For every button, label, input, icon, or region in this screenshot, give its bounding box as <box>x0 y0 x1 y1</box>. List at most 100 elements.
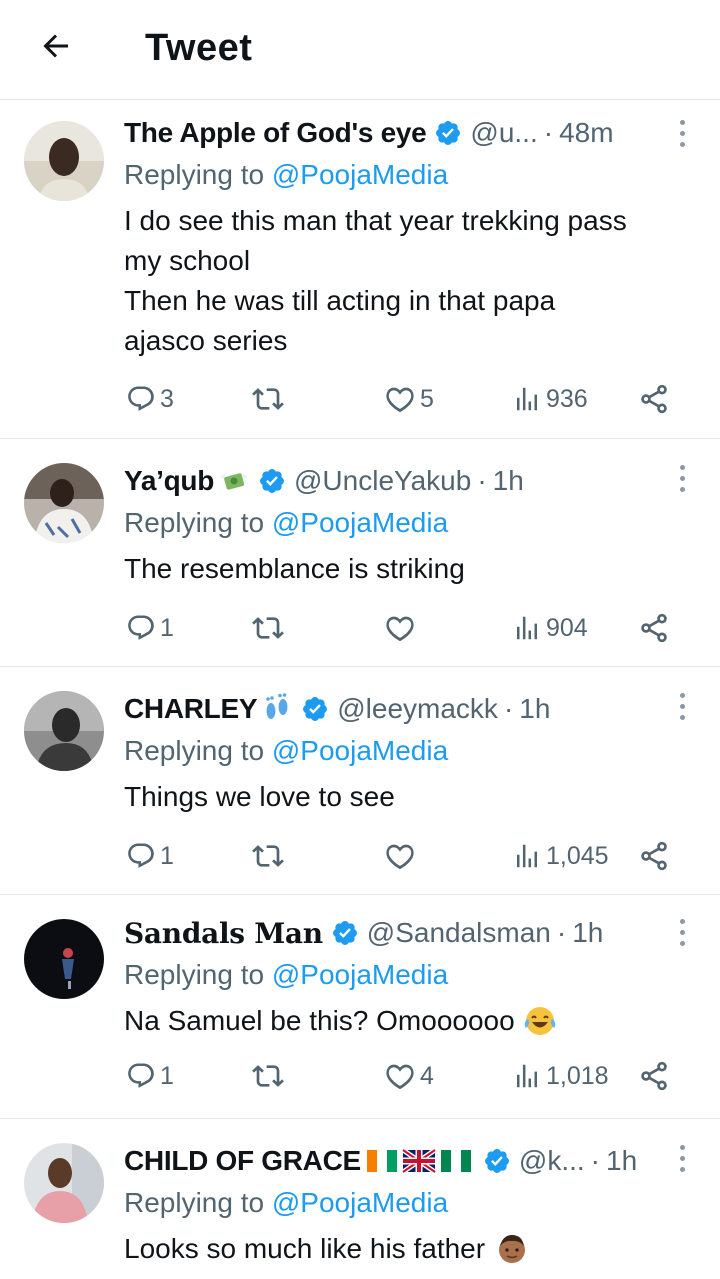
share-button[interactable] <box>638 1056 670 1096</box>
user-handle[interactable]: @UncleYakub <box>294 465 471 497</box>
views-button[interactable]: 904 <box>512 608 588 648</box>
more-options-button[interactable] <box>670 113 694 153</box>
views-count: 904 <box>546 613 588 642</box>
comment-icon <box>128 843 154 868</box>
avatar[interactable] <box>24 121 104 201</box>
avatar[interactable] <box>24 1143 104 1223</box>
separator-dot: · <box>543 117 554 148</box>
reply-button[interactable]: 1 <box>126 1056 174 1096</box>
reply-button[interactable]: 3 <box>126 379 174 419</box>
user-handle[interactable]: @leeymackk <box>337 693 498 725</box>
display-name[interactable]: Sandals Man <box>124 917 323 950</box>
replying-to: Replying to @PoojaMedia <box>124 503 448 543</box>
verified-badge-icon <box>258 467 286 495</box>
heart-icon <box>386 1064 414 1090</box>
retweet-button[interactable] <box>252 1056 284 1096</box>
views-button[interactable]: 1,018 <box>512 1056 609 1096</box>
timestamp[interactable]: 1h <box>519 693 550 725</box>
more-options-button[interactable] <box>670 686 694 726</box>
views-chart-icon <box>517 844 537 868</box>
replying-to-label: Replying to <box>124 159 265 190</box>
share-icon <box>641 1061 667 1091</box>
tweet-header: CHILD OF GRACE @k... · 1h <box>124 1141 658 1181</box>
text-line: Na Samuel be this? Omoooooo <box>124 1005 515 1036</box>
display-name[interactable]: CHARLEY <box>124 693 258 725</box>
share-button[interactable] <box>638 608 670 648</box>
more-options-button[interactable] <box>670 912 694 952</box>
mention-link[interactable]: @PoojaMedia <box>272 959 448 990</box>
separator-dot: · <box>477 465 487 496</box>
heart-icon <box>386 844 414 870</box>
back-button[interactable] <box>34 26 78 66</box>
views-count: 1,018 <box>546 1061 609 1090</box>
tweet-text: Looks so much like his father <box>124 1229 696 1269</box>
retweet-icon <box>252 1065 284 1087</box>
views-chart-icon <box>517 1064 537 1088</box>
display-name[interactable]: The Apple of God's eye <box>124 117 427 149</box>
like-button[interactable] <box>384 608 416 648</box>
tweet-reply[interactable]: The Apple of God's eye @u... · 48m Reply… <box>0 101 720 439</box>
replying-to: Replying to @PoojaMedia <box>124 155 448 195</box>
tweet-reply[interactable]: CHILD OF GRACE @k... · 1h Replying to @P… <box>0 1120 720 1279</box>
verified-badge-icon <box>301 695 329 723</box>
retweet-icon <box>252 845 284 867</box>
display-name[interactable]: CHILD OF GRACE <box>124 1145 361 1177</box>
text-line: Then he was till acting in that papa <box>124 285 556 316</box>
mention-link[interactable]: @PoojaMedia <box>272 159 448 190</box>
action-bar: 1 1,045 <box>124 836 684 876</box>
replying-to-label: Replying to <box>124 1187 265 1218</box>
retweet-button[interactable] <box>252 836 284 876</box>
avatar[interactable] <box>24 463 104 543</box>
tweet-text: Na Samuel be this? Omoooooo <box>124 1001 696 1041</box>
text-line: I do see this man that year trekking pas… <box>124 205 627 236</box>
display-name[interactable]: Ya’qub <box>124 465 214 497</box>
more-options-button[interactable] <box>670 458 694 498</box>
user-handle[interactable]: @Sandalsman <box>367 917 551 949</box>
reply-button[interactable]: 1 <box>126 608 174 648</box>
share-button[interactable] <box>638 836 670 876</box>
reply-count: 1 <box>160 841 174 870</box>
tweet-header: Sandals Man @Sandalsman · 1h <box>124 913 658 953</box>
page-title: Tweet <box>145 27 253 69</box>
tweet-header: Ya’qub @UncleYakub · 1h <box>124 461 658 501</box>
views-button[interactable]: 936 <box>512 379 588 419</box>
user-handle[interactable]: @u... <box>470 117 537 149</box>
like-button[interactable]: 5 <box>384 379 434 419</box>
like-button[interactable]: 4 <box>384 1056 434 1096</box>
action-bar: 3 5 936 <box>124 379 684 419</box>
share-icon <box>641 841 667 871</box>
user-handle[interactable]: @k... <box>519 1145 585 1177</box>
views-chart-icon <box>517 616 537 640</box>
mention-link[interactable]: @PoojaMedia <box>272 1187 448 1218</box>
tweet-header: CHARLEY @leeymackk · 1h <box>124 689 658 729</box>
reply-count: 1 <box>160 613 174 642</box>
more-options-button[interactable] <box>670 1138 694 1178</box>
avatar[interactable] <box>24 919 104 999</box>
flags-ci-gb-ng-icon <box>365 1148 475 1174</box>
timestamp[interactable]: 1h <box>493 465 524 497</box>
text-line: The resemblance is striking <box>124 553 465 584</box>
verified-badge-icon <box>331 919 359 947</box>
reply-button[interactable]: 1 <box>126 836 174 876</box>
timestamp[interactable]: 1h <box>606 1145 637 1177</box>
tweet-text: I do see this man that year trekking pas… <box>124 201 696 361</box>
tweet-reply[interactable]: Sandals Man @Sandalsman · 1h Replying to… <box>0 896 720 1119</box>
tweet-reply[interactable]: CHARLEY @leeymackk · 1h Replying to @Poo… <box>0 668 720 895</box>
avatar[interactable] <box>24 691 104 771</box>
arrow-left-icon <box>43 34 68 58</box>
mention-link[interactable]: @PoojaMedia <box>272 507 448 538</box>
heart-icon <box>386 616 414 642</box>
tweet-reply[interactable]: Ya’qub @UncleYakub · 1h Replying to @Poo… <box>0 440 720 667</box>
comment-icon <box>128 615 154 640</box>
retweet-button[interactable] <box>252 379 284 419</box>
like-button[interactable] <box>384 836 416 876</box>
views-chart-icon <box>517 387 537 411</box>
timestamp[interactable]: 1h <box>572 917 603 949</box>
separator-dot: · <box>590 1145 600 1176</box>
retweet-button[interactable] <box>252 608 284 648</box>
mention-link[interactable]: @PoojaMedia <box>272 735 448 766</box>
timestamp[interactable]: 48m <box>559 117 613 149</box>
views-button[interactable]: 1,045 <box>512 836 609 876</box>
separator-dot: · <box>556 917 567 948</box>
share-button[interactable] <box>638 379 670 419</box>
